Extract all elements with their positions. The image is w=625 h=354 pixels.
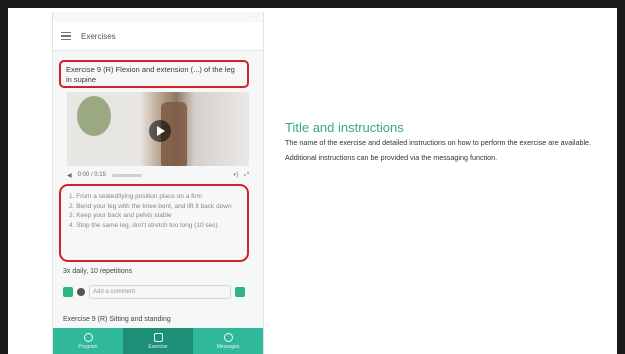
section-heading: Title and instructions: [285, 120, 404, 135]
exercise-title: Exercise 9 (R) Flexion and extension (..…: [59, 60, 249, 88]
video-controls: ◀ 0:00 / 0:15 ◖) ⤢: [67, 169, 249, 181]
repetitions-text: 3x daily, 10 repetitions: [63, 268, 133, 275]
app-title: Exercises: [81, 31, 116, 41]
volume-icon[interactable]: ◖): [233, 172, 239, 178]
fullscreen-icon[interactable]: ⤢: [244, 172, 249, 179]
status-bar: · · ·: [247, 14, 257, 20]
program-icon: [83, 332, 93, 342]
plant-shape: [77, 96, 111, 136]
nav-label: Messages: [216, 343, 240, 350]
instruction-line: 4. Stop the same leg, don't stretch too …: [69, 221, 218, 229]
nav-exercise[interactable]: Exercise: [123, 328, 193, 354]
check-icon[interactable]: [63, 287, 73, 297]
nav-messages[interactable]: Messages: [193, 328, 263, 354]
avatar-icon: [77, 288, 85, 296]
instruction-line: 3. Keep your back and pelvis stable: [69, 212, 172, 219]
phone-mockup: · · · Exercises Exercise 9 (R) Flexion a…: [52, 12, 264, 354]
rewind-icon[interactable]: ◀: [67, 172, 72, 179]
comment-input[interactable]: Add a comment: [89, 285, 231, 299]
instruction-line: 1. From a seated/lying position place on…: [69, 193, 202, 200]
slide: · · · Exercises Exercise 9 (R) Flexion a…: [8, 8, 617, 354]
instruction-line: 2. Bend your leg with the knee bent, and…: [69, 202, 232, 210]
nav-label: Exercise: [148, 343, 168, 350]
nav-label: Program: [78, 343, 98, 350]
description-paragraph: The name of the exercise and detailed in…: [285, 138, 592, 147]
exercise-video[interactable]: [67, 92, 249, 166]
play-icon[interactable]: [149, 120, 171, 142]
exercise-icon: [153, 332, 163, 342]
description-paragraph: Additional instructions can be provided …: [285, 153, 498, 162]
bottom-nav: Program Exercise Messages: [53, 328, 263, 354]
description-panel: Title and instructions The name of the e…: [285, 120, 595, 168]
app-bar: Exercises: [53, 22, 263, 51]
next-exercise-title[interactable]: Exercise 9 (R) Sitting and standing: [63, 316, 171, 323]
messages-icon: [223, 332, 233, 342]
comment-row: Add a comment: [59, 282, 249, 302]
nav-program[interactable]: Program: [53, 328, 123, 354]
instructions-box: 1. From a seated/lying position place on…: [59, 184, 249, 262]
video-time: 0:00 / 0:15: [77, 172, 106, 178]
send-icon[interactable]: [235, 287, 245, 297]
progress-bar[interactable]: [111, 173, 142, 177]
menu-icon[interactable]: [61, 31, 71, 41]
